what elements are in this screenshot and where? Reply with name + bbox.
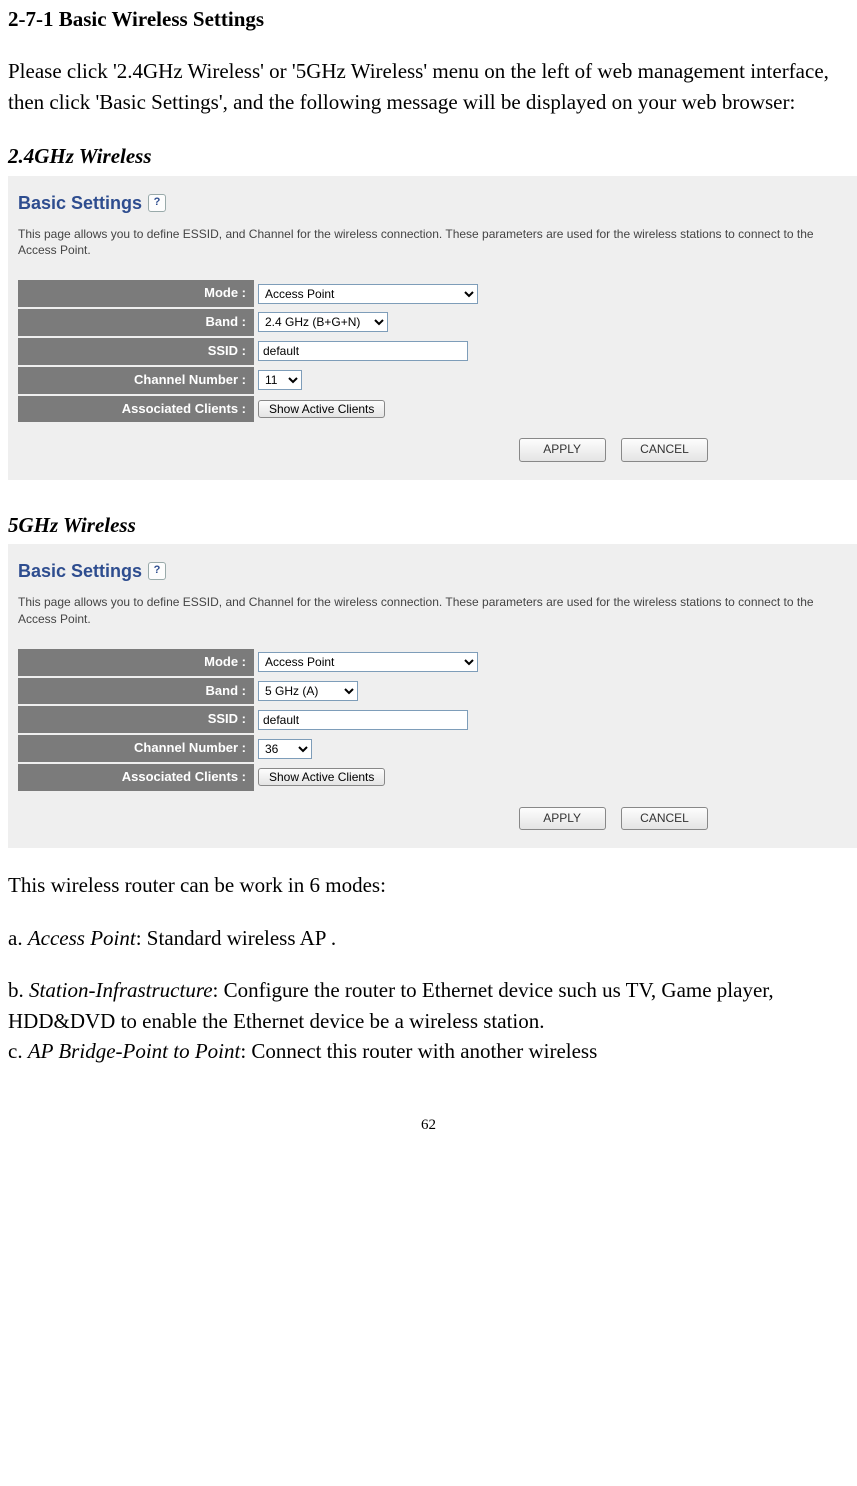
mode-a: a. Access Point: Standard wireless AP . xyxy=(8,923,849,953)
settings-table: Mode : Access Point Band : 5 GHz (A) SSI… xyxy=(18,649,478,793)
clients-label: Associated Clients : xyxy=(18,395,254,424)
help-icon[interactable]: ? xyxy=(148,562,166,580)
mode-b: b. Station-Infrastructure: Configure the… xyxy=(8,975,849,1036)
panel-description: This page allows you to define ESSID, an… xyxy=(18,226,848,258)
apply-button[interactable]: APPLY xyxy=(519,807,606,830)
panel-title: Basic Settings xyxy=(18,558,142,584)
mode-b-name: Station-Infrastructure xyxy=(29,978,213,1002)
mode-b-prefix: b. xyxy=(8,978,29,1002)
cancel-button[interactable]: CANCEL xyxy=(621,807,708,830)
subheading-24ghz: 2.4GHz Wireless xyxy=(8,141,849,171)
panel-title-row: Basic Settings ? xyxy=(18,184,848,226)
mode-a-prefix: a. xyxy=(8,926,28,950)
panel-title-row: Basic Settings ? xyxy=(18,552,848,594)
mode-c-prefix: c. xyxy=(8,1039,28,1063)
mode-a-name: Access Point xyxy=(28,926,136,950)
panel-24ghz: Basic Settings ? This page allows you to… xyxy=(8,176,857,480)
page-number: 62 xyxy=(8,1115,849,1137)
mode-c-desc: : Connect this router with another wirel… xyxy=(240,1039,597,1063)
mode-label: Mode : xyxy=(18,280,254,308)
mode-a-desc: : Standard wireless AP . xyxy=(136,926,336,950)
mode-select[interactable]: Access Point xyxy=(258,652,478,672)
section-heading: 2-7-1 Basic Wireless Settings xyxy=(8,4,849,34)
band-label: Band : xyxy=(18,308,254,337)
button-row: APPLY CANCEL xyxy=(18,793,848,830)
subheading-5ghz: 5GHz Wireless xyxy=(8,510,849,540)
channel-label: Channel Number : xyxy=(18,734,254,763)
ssid-label: SSID : xyxy=(18,337,254,366)
mode-select[interactable]: Access Point xyxy=(258,284,478,304)
mode-c-name: AP Bridge-Point to Point xyxy=(28,1039,241,1063)
button-row: APPLY CANCEL xyxy=(18,424,848,461)
apply-button[interactable]: APPLY xyxy=(519,438,606,461)
band-select[interactable]: 5 GHz (A) xyxy=(258,681,358,701)
panel-description: This page allows you to define ESSID, an… xyxy=(18,594,848,626)
band-label: Band : xyxy=(18,677,254,706)
ssid-input[interactable] xyxy=(258,341,468,361)
mode-label: Mode : xyxy=(18,649,254,677)
ssid-label: SSID : xyxy=(18,705,254,734)
intro-paragraph: Please click '2.4GHz Wireless' or '5GHz … xyxy=(8,56,849,117)
modes-intro: This wireless router can be work in 6 mo… xyxy=(8,870,849,900)
channel-select[interactable]: 36 xyxy=(258,739,312,759)
show-clients-button[interactable]: Show Active Clients xyxy=(258,400,385,418)
panel-title: Basic Settings xyxy=(18,190,142,216)
cancel-button[interactable]: CANCEL xyxy=(621,438,708,461)
mode-c: c. AP Bridge-Point to Point: Connect thi… xyxy=(8,1036,849,1066)
panel-5ghz: Basic Settings ? This page allows you to… xyxy=(8,544,857,848)
channel-select[interactable]: 11 xyxy=(258,370,302,390)
settings-table: Mode : Access Point Band : 2.4 GHz (B+G+… xyxy=(18,280,478,424)
clients-label: Associated Clients : xyxy=(18,763,254,792)
band-select[interactable]: 2.4 GHz (B+G+N) xyxy=(258,312,388,332)
ssid-input[interactable] xyxy=(258,710,468,730)
help-icon[interactable]: ? xyxy=(148,194,166,212)
show-clients-button[interactable]: Show Active Clients xyxy=(258,768,385,786)
channel-label: Channel Number : xyxy=(18,366,254,395)
